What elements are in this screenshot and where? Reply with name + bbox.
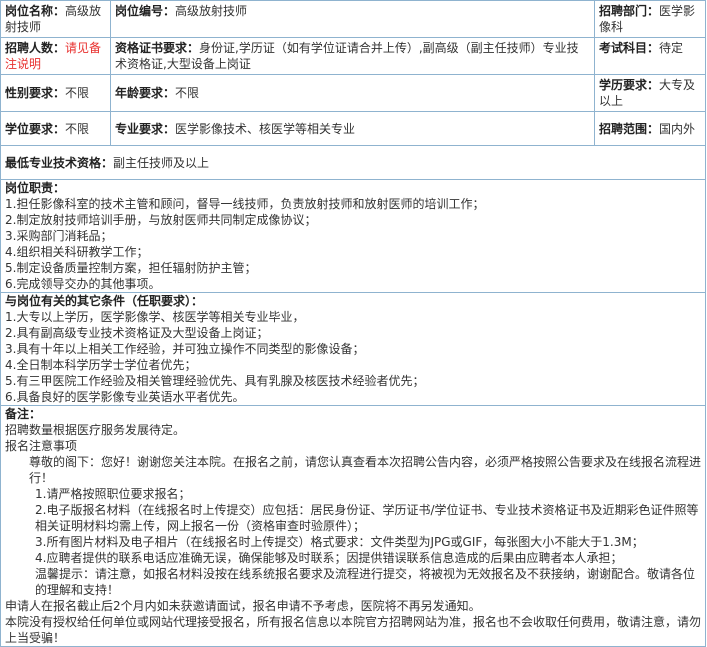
cell-certificates: 资格证书要求：身份证,学历证（如有学位证请合并上传）,副高级（副主任技师）专业技… [110,37,595,75]
cell-hire-count: 招聘人数：请见备注说明 [0,37,111,75]
duty-item: 3.采购部门消耗品； [5,229,113,243]
job-detail-table: 岗位名称：高级放射技师 岗位编号：高级放射技师 招聘部门：医学影像科 招聘人数：… [0,0,706,647]
table-row-min-title: 最低专业技术资格：副主任技师及以上 [0,145,706,180]
cell-degree: 学位要求：不限 [0,111,111,146]
conditions-title: 与岗位有关的其它条件（任职要求）： [5,294,204,308]
cell-department: 招聘部门：医学影像科 [594,0,706,38]
table-row-degree: 学位要求：不限 专业要求：医学影像技术、核医学等相关专业 招聘范围：国内外 [0,111,706,146]
duties-section: 岗位职责： 1.担任影像科室的技术主管和顾问，督导一线技师，负责放射技师和放射医… [0,179,706,293]
condition-item: 4.全日制本科学历学士学位者优先； [5,358,197,372]
exam-subject-label: 考试科目： [599,41,660,55]
notes-item: 2.电子版报名材料（在线报名时上传提交）应包括：居民身份证、学历证书/学位证书、… [35,503,699,533]
table-row-title: 岗位名称：高级放射技师 岗位编号：高级放射技师 招聘部门：医学影像科 [0,0,706,38]
duty-item: 5.制定设备质量控制方案，担任辐射防护主管； [5,261,257,275]
degree-value: 不限 [65,121,90,136]
notes-line: 本院没有授权给任何单位或网站代理接受报名，所有报名信息以本院官方招聘网站为准，报… [5,615,702,645]
notes-line: 报名注意事项 [5,439,78,453]
hire-count-label: 招聘人数： [5,41,66,55]
table-row-count: 招聘人数：请见备注说明 资格证书要求：身份证,学历证（如有学位证请合并上传）,副… [0,37,706,75]
cell-gender: 性别要求：不限 [0,74,111,112]
major-label: 专业要求： [115,121,176,136]
condition-item: 5.有三甲医院工作经验及相关管理经验优先、具有乳腺及核医技术经验者优先； [5,374,425,388]
notes-line: 招聘数量根据医疗服务发展待定。 [5,423,186,437]
condition-item: 1.大专以上学历，医学影像学、核医学等相关专业毕业， [5,310,305,324]
job-title-label: 岗位名称： [5,4,66,18]
cell-min-title: 最低专业技术资格：副主任技师及以上 [0,145,706,180]
condition-item: 6.具备良好的医学影像专业英语水平者优先。 [5,390,245,404]
min-title-value: 副主任技师及以上 [113,155,210,170]
conditions-section: 与岗位有关的其它条件（任职要求）： 1.大专以上学历，医学影像学、核医学等相关专… [0,292,706,406]
duty-item: 2.制定放射技师培训手册，与放射医师共同制定成像协议； [5,213,317,227]
min-title-label: 最低专业技术资格： [5,155,114,170]
age-label: 年龄要求： [115,86,176,100]
notes-item: 3.所有图片材料及电子相片（在线报名时上传提交）格式要求：文件类型为JPG或GI… [35,535,644,549]
notes-section: 备注： 招聘数量根据医疗服务发展待定。 报名注意事项 尊敬的阁下：您好！谢谢您关… [0,405,706,647]
table-row-duties: 岗位职责： 1.担任影像科室的技术主管和顾问，督导一线技师，负责放射技师和放射医… [0,179,706,293]
table-row-notes: 备注： 招聘数量根据医疗服务发展待定。 报名注意事项 尊敬的阁下：您好！谢谢您关… [0,405,706,647]
duty-item: 1.担任影像科室的技术主管和顾问，督导一线技师，负责放射技师和放射医师的培训工作… [5,197,485,211]
education-label: 学历要求： [599,78,660,92]
degree-label: 学位要求： [5,121,66,136]
cell-age: 年龄要求：不限 [110,74,595,112]
duty-item: 4.组织相关科研教学工作； [5,245,149,259]
cell-scope: 招聘范围：国内外 [594,111,706,146]
notes-item: 1.请严格按照职位要求报名； [35,487,191,501]
table-row-gender: 性别要求：不限 年龄要求：不限 学历要求：大专及以上 [0,74,706,112]
job-code-label: 岗位编号： [115,4,176,18]
notes-line: 申请人在报名截止后2个月内如未获邀请面试，报名申请不予考虑，医院将不再另发通知。 [5,599,481,613]
condition-item: 3.具有十年以上相关工作经验，并可独立操作不同类型的影像设备； [5,342,365,356]
gender-label: 性别要求： [5,86,66,100]
notes-paragraph: 尊敬的阁下：您好！谢谢您关注本院。在报名之前，请您认真查看本次招聘公告内容，必须… [29,455,702,485]
scope-label: 招聘范围： [599,121,660,136]
certificates-label: 资格证书要求： [115,41,200,55]
gender-value: 不限 [65,86,90,100]
major-value: 医学影像技术、核医学等相关专业 [175,121,356,136]
cell-job-code: 岗位编号：高级放射技师 [110,0,595,38]
notes-item: 4.应聘者提供的联系电话应准确无误，确保能够及时联系；因提供错误联系信息造成的后… [35,551,623,565]
duty-item: 6.完成领导交办的其他事项。 [5,277,161,291]
condition-item: 2.具有副高级专业技术资格证及大型设备上岗证； [5,326,269,340]
cell-major: 专业要求：医学影像技术、核医学等相关专业 [110,111,595,146]
notes-tip: 温馨提示：请注意，如报名材料没按在线系统报名要求及流程进行提交，将被视为无效报名… [35,567,696,597]
cell-job-title: 岗位名称：高级放射技师 [0,0,111,38]
department-label: 招聘部门： [599,4,660,18]
cell-exam-subject: 考试科目：待定 [594,37,706,75]
job-code-value: 高级放射技师 [175,4,248,18]
scope-value: 国内外 [659,121,696,136]
notes-title: 备注： [5,407,42,421]
duties-title: 岗位职责： [5,181,66,195]
table-row-conditions: 与岗位有关的其它条件（任职要求）： 1.大专以上学历，医学影像学、核医学等相关专… [0,292,706,406]
exam-subject-value: 待定 [659,41,684,55]
age-value: 不限 [175,86,200,100]
cell-education: 学历要求：大专及以上 [594,74,706,112]
